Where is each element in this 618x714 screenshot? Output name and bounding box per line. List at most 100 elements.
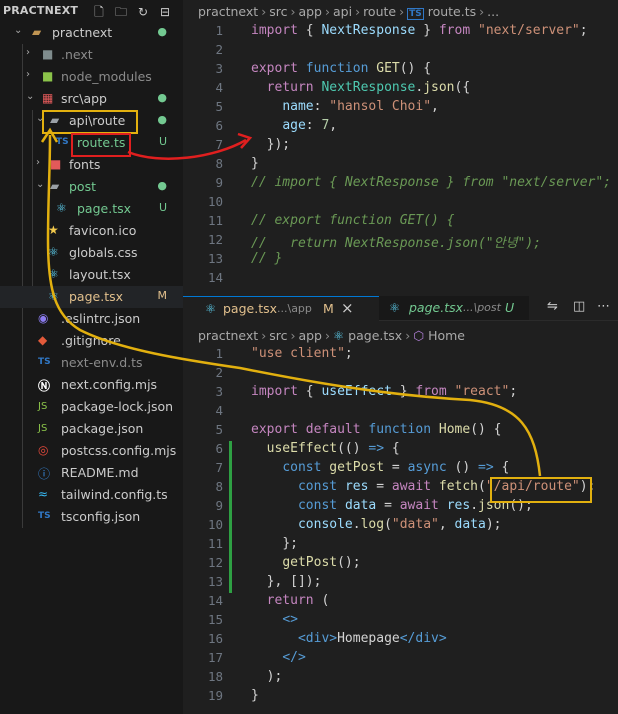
code-line[interactable]: 1 "use client";: [183, 345, 618, 364]
line-number: 4: [215, 403, 223, 418]
breadcrumb-segment[interactable]: practnext: [198, 328, 258, 343]
code-line[interactable]: 13 }, []);: [183, 573, 618, 592]
tree-item-readme[interactable]: ⓘ README.md: [0, 462, 183, 484]
tree-item-favicon[interactable]: ★ favicon.ico: [0, 220, 183, 242]
breadcrumb-segment[interactable]: ...: [487, 4, 499, 19]
breadcrumb-segment[interactable]: route.ts: [428, 4, 476, 19]
code-line[interactable]: 13// }: [183, 250, 618, 269]
code-line[interactable]: 4 return NextResponse.json({: [183, 79, 618, 98]
breadcrumb-segment[interactable]: app: [298, 4, 322, 19]
code-line[interactable]: 7 });: [183, 136, 618, 155]
json-icon: JS: [38, 401, 48, 412]
code-line[interactable]: 14 return (: [183, 592, 618, 611]
tree-item-gitignore[interactable]: ◆ .gitignore: [0, 330, 183, 352]
breadcrumb-segment[interactable]: practnext: [198, 4, 258, 19]
tree-item-package-json[interactable]: JS package.json: [0, 418, 183, 440]
tree-item-tailwind-config[interactable]: ≈ tailwind.config.ts: [0, 484, 183, 506]
tree-item-next-config[interactable]: Ⓝ next.config.mjs: [0, 374, 183, 396]
line-number: 9: [215, 175, 223, 190]
breadcrumb-segment[interactable]: Home: [428, 328, 465, 343]
tree-item-post-page-tsx[interactable]: ⚛ page.tsx U: [0, 198, 183, 220]
breadcrumb-segment[interactable]: api: [333, 4, 352, 19]
tab-app-page[interactable]: ⚛ page.tsx ...\app M ×: [183, 296, 379, 321]
git-status-badge: U: [505, 300, 515, 315]
line-number: 1: [215, 23, 223, 38]
code-line[interactable]: 14: [183, 269, 618, 288]
tree-item-label: src\app: [61, 91, 107, 106]
git-status-badge: U: [158, 135, 167, 148]
line-number: 8: [215, 479, 223, 494]
tree-item-fonts[interactable]: › ■ fonts: [0, 154, 183, 176]
new-file-icon[interactable]: 🗋: [88, 3, 110, 24]
git-status-badge: U: [158, 201, 167, 214]
code-line[interactable]: 6 useEffect(() => {: [183, 440, 618, 459]
code-line[interactable]: 2: [183, 41, 618, 60]
code-line[interactable]: 3 import { useEffect } from "react";: [183, 383, 618, 402]
tree-item-node-modules[interactable]: › ■ node_modules: [0, 66, 183, 88]
tree-item-label: globals.css: [69, 245, 138, 260]
tree-item-package-lock[interactable]: JS package-lock.json: [0, 396, 183, 418]
compare-icon[interactable]: ⇋: [547, 299, 558, 314]
breadcrumb-bottom: practnext › src › app › ⚛ page.tsx › ⬡ Home: [198, 328, 465, 343]
code-line[interactable]: 10 console.log("data", data);: [183, 516, 618, 535]
tree-item-next[interactable]: › ■ .next: [0, 44, 183, 66]
breadcrumb-segment[interactable]: src: [269, 4, 287, 19]
code-line[interactable]: 7 const getPost = async () => {: [183, 459, 618, 478]
tree-item-app-page-tsx[interactable]: ⚛ page.tsx M: [0, 286, 183, 308]
code-line[interactable]: 12 getPost();: [183, 554, 618, 573]
code-line[interactable]: 16 <div>Homepage</div>: [183, 630, 618, 649]
code-line[interactable]: 15 <>: [183, 611, 618, 630]
refresh-icon[interactable]: ↻: [132, 5, 154, 19]
code-line[interactable]: 5 name: "hansol Choi",: [183, 98, 618, 117]
typescript-icon: TS: [407, 8, 424, 20]
collapse-icon[interactable]: ⊟: [154, 5, 176, 19]
tree-item-post[interactable]: ⌄ ▰ post ●: [0, 176, 183, 198]
code-line[interactable]: 11 };: [183, 535, 618, 554]
code-line[interactable]: 19}: [183, 687, 618, 706]
code-line[interactable]: 17 </>: [183, 649, 618, 668]
code-line[interactable]: 12// return NextResponse.json("안녕");: [183, 231, 618, 251]
tree-item-eslintrc[interactable]: ◉ .eslintrc.json: [0, 308, 183, 330]
breadcrumb-segment[interactable]: route: [363, 4, 396, 19]
explorer-sidebar: PRACTNEXT 🗋 🗀 ↻ ⊟ ⌄ ▰ practnext ● › ■ .next…: [0, 0, 183, 714]
code-line[interactable]: 18 );: [183, 668, 618, 687]
code-line[interactable]: 2: [183, 364, 618, 383]
code-line[interactable]: 5 export default function Home() {: [183, 421, 618, 440]
code-line[interactable]: 9// import { NextResponse } from "next/s…: [183, 174, 618, 193]
code-line[interactable]: 3 export function GET() {: [183, 60, 618, 79]
code-line[interactable]: 4: [183, 402, 618, 421]
tree-item-globals-css[interactable]: ⚛ globals.css: [0, 242, 183, 264]
editor-tab-bar: ⚛ page.tsx ...\app M × ⚛ page.tsx ...\po…: [183, 296, 618, 321]
code-line[interactable]: 8}: [183, 155, 618, 174]
line-number: 1: [215, 346, 223, 361]
breadcrumb-segment[interactable]: page.tsx: [348, 328, 402, 343]
react-icon: ⚛: [205, 301, 217, 316]
close-icon[interactable]: ×: [341, 299, 354, 317]
chevron-right-icon: ›: [26, 47, 30, 58]
react-icon: ⚛: [332, 328, 349, 343]
line-number: 6: [215, 118, 223, 133]
tree-item-postcss[interactable]: ◎ postcss.config.mjs: [0, 440, 183, 462]
split-editor-icon[interactable]: ◫: [573, 299, 585, 314]
breadcrumb-segment[interactable]: src: [269, 328, 287, 343]
cube-icon: ⬡: [413, 328, 429, 343]
code-line[interactable]: 11// export function GET() {: [183, 212, 618, 231]
code-line[interactable]: 10: [183, 193, 618, 212]
tree-item-tsconfig[interactable]: TS tsconfig.json: [0, 506, 183, 528]
tree-item-src-app[interactable]: ⌄ ▦ src\app ●: [0, 88, 183, 110]
code-line[interactable]: 1 import { NextResponse } from "next/serv…: [183, 22, 618, 41]
code-line[interactable]: 6 age: 7,: [183, 117, 618, 136]
tree-item-layout-tsx[interactable]: ⚛ layout.tsx: [0, 264, 183, 286]
breadcrumb-segment[interactable]: app: [298, 328, 322, 343]
more-actions-icon[interactable]: ⋯: [597, 299, 610, 314]
tree-item-practnext[interactable]: ⌄ ▰ practnext ●: [0, 22, 183, 44]
line-number: 18: [207, 669, 223, 684]
new-folder-icon[interactable]: 🗀: [110, 3, 132, 24]
line-number: 4: [215, 80, 223, 95]
line-number: 13: [207, 574, 223, 589]
tree-item-next-env[interactable]: TS next-env.d.ts: [0, 352, 183, 374]
tab-post-page[interactable]: ⚛ page.tsx ...\post U: [379, 296, 529, 320]
chevron-right-icon: ›: [36, 157, 40, 168]
chevron-down-icon: ⌄: [26, 91, 35, 102]
line-number: 6: [215, 441, 223, 456]
